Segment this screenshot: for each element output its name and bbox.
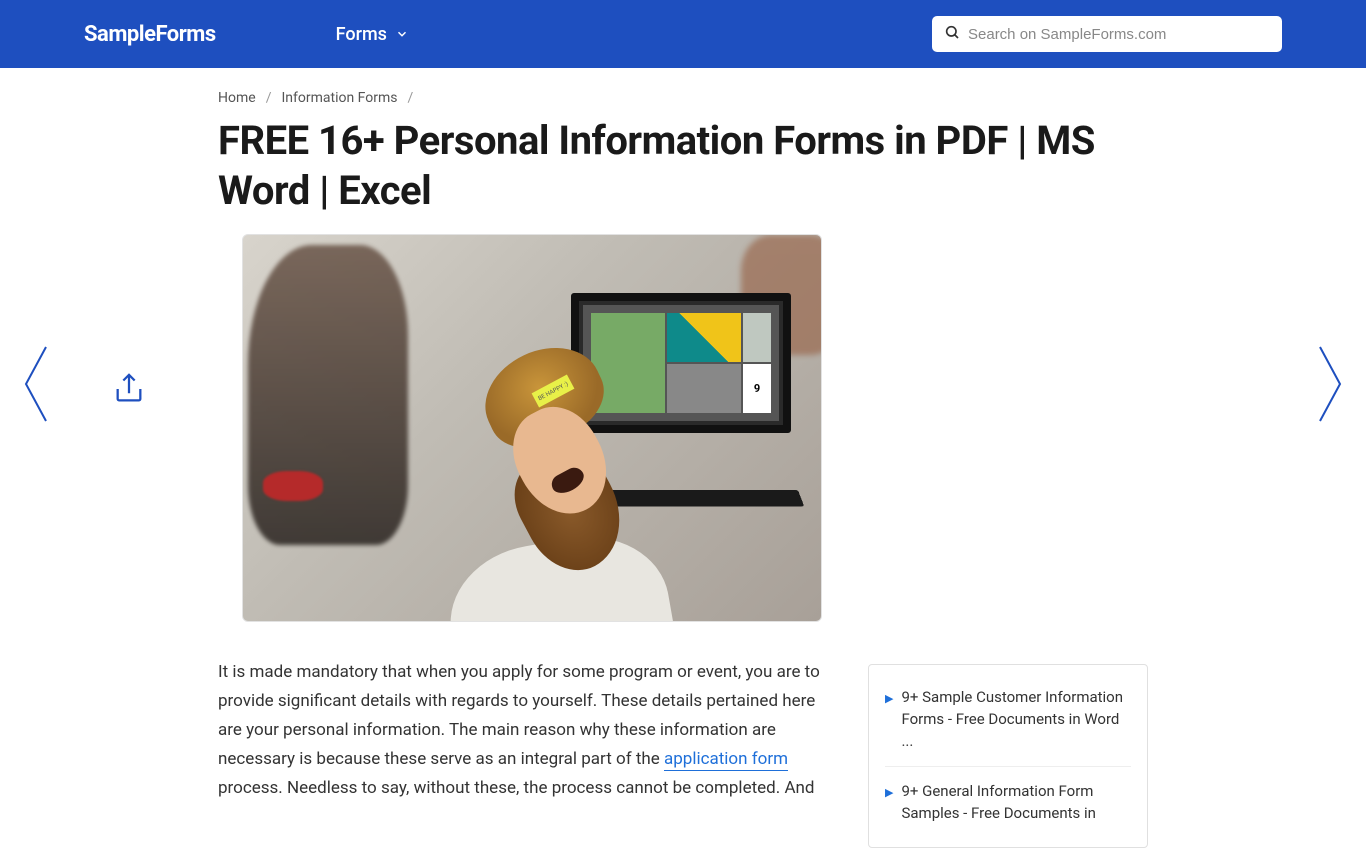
- related-link[interactable]: ▶ 9+ General Information Form Samples - …: [885, 766, 1131, 833]
- share-button[interactable]: [112, 372, 146, 410]
- article-body: It is made mandatory that when you apply…: [218, 658, 838, 848]
- related-link[interactable]: ▶ 9+ Sample Customer Information Forms -…: [885, 679, 1131, 760]
- body-row: It is made mandatory that when you apply…: [218, 658, 1148, 848]
- next-arrow[interactable]: [1318, 345, 1344, 423]
- breadcrumb-home[interactable]: Home: [218, 90, 256, 106]
- triangle-icon: ▶: [885, 785, 893, 801]
- breadcrumb-sep: /: [266, 90, 272, 106]
- related-box: ▶ 9+ Sample Customer Information Forms -…: [868, 664, 1148, 848]
- nav-forms[interactable]: Forms: [336, 24, 409, 45]
- search-input[interactable]: [968, 26, 1270, 43]
- logo[interactable]: SampleForms: [84, 22, 216, 47]
- link-application-form[interactable]: application form: [664, 749, 788, 771]
- nav-forms-label: Forms: [336, 24, 387, 45]
- prev-arrow[interactable]: [22, 345, 48, 423]
- breadcrumb-sep: /: [408, 90, 414, 106]
- search-icon: [944, 24, 960, 44]
- triangle-icon: ▶: [885, 691, 893, 707]
- paragraph-text: process. Needless to say, without these,…: [218, 778, 815, 798]
- related-link-text: 9+ General Information Form Samples - Fr…: [901, 781, 1131, 825]
- page-title: FREE 16+ Personal Information Forms in P…: [218, 116, 1148, 216]
- related-link-text: 9+ Sample Customer Information Forms - F…: [901, 687, 1131, 752]
- hero-image: 9 BE HAPPY :): [242, 234, 822, 622]
- breadcrumb-category[interactable]: Information Forms: [281, 90, 397, 106]
- site-header: SampleForms Forms: [0, 0, 1366, 68]
- main-nav: Forms: [336, 24, 409, 45]
- search-box[interactable]: [932, 16, 1282, 52]
- search-wrap: [932, 16, 1282, 52]
- breadcrumb: Home / Information Forms /: [218, 90, 1148, 106]
- chevron-down-icon: [395, 27, 409, 41]
- main-container: Home / Information Forms / FREE 16+ Pers…: [218, 68, 1148, 848]
